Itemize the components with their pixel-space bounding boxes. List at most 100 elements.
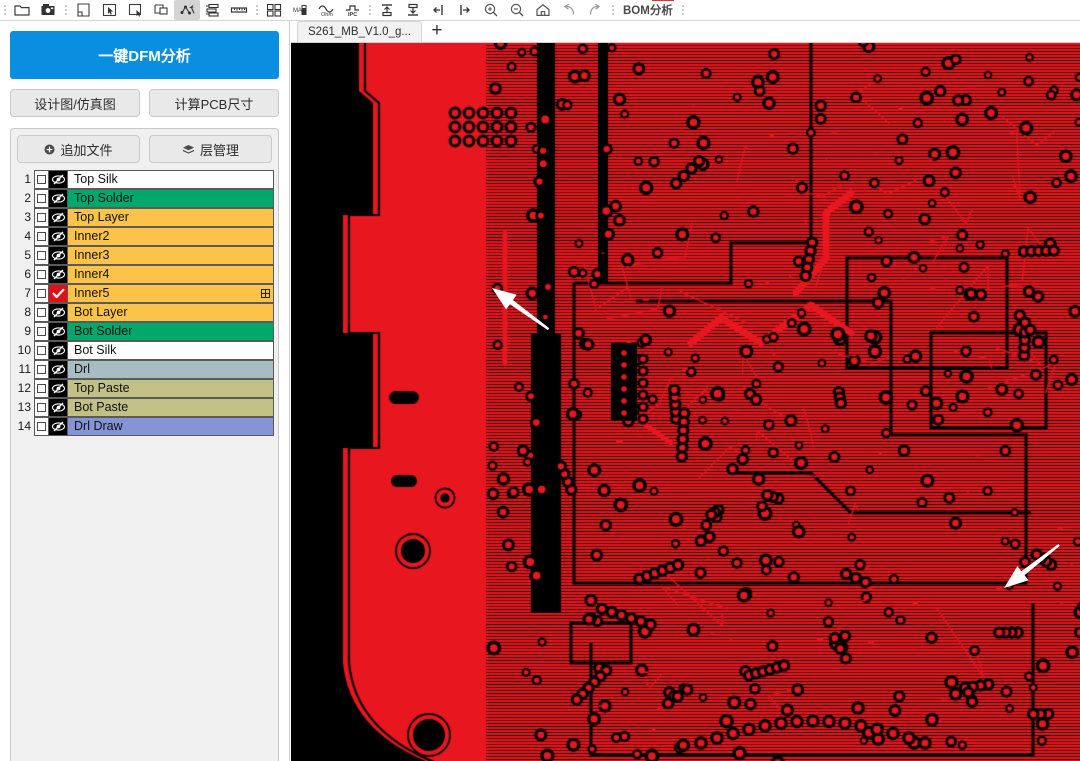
toolbar-grip-6[interactable] xyxy=(680,1,687,19)
layer-name-label: Bot Paste xyxy=(74,400,129,414)
layer-row-body[interactable]: Bot Silk xyxy=(34,341,274,360)
layer-select-checkbox[interactable] xyxy=(35,418,49,435)
layer-select-checkbox[interactable] xyxy=(35,209,49,226)
save-camera-icon[interactable] xyxy=(35,0,61,20)
layer-select-checkbox[interactable] xyxy=(35,228,49,245)
dfm-analysis-button[interactable]: 一键DFM分析 xyxy=(10,31,279,79)
layer-row-top-layer[interactable]: 3 Top Layer xyxy=(17,208,274,227)
layer-row-body[interactable]: Bot Layer xyxy=(34,303,274,322)
layer-select-checkbox[interactable] xyxy=(35,399,49,416)
bom-analysis-button[interactable]: BOM分析 xyxy=(617,0,679,20)
ipc-icon[interactable]: IPC xyxy=(339,0,365,20)
tab-s261-mb[interactable]: S261_MB_V1.0_g... xyxy=(297,21,422,42)
layer-row-inner3[interactable]: 5 Inner3 xyxy=(17,246,274,265)
layer-row-inner4[interactable]: 6 Inner4 xyxy=(17,265,274,284)
eye-slash-icon[interactable] xyxy=(49,228,68,245)
add-file-button[interactable]: 追加文件 xyxy=(17,135,140,163)
undo-icon[interactable] xyxy=(556,0,582,20)
toolbar-grip-2[interactable] xyxy=(62,1,69,19)
layer-row-body[interactable]: Inner3 xyxy=(34,246,274,265)
ruler-icon[interactable] xyxy=(226,0,252,20)
calc-pcb-size-button[interactable]: 计算PCB尺寸 xyxy=(149,89,279,117)
layer-row-inner2[interactable]: 4 Inner2 xyxy=(17,227,274,246)
eye-slash-icon[interactable] xyxy=(49,380,68,397)
layer-row-drl-draw[interactable]: 14 Drl Draw xyxy=(17,417,274,436)
layer-index: 11 xyxy=(18,362,31,376)
layer-row-body[interactable]: Top Silk xyxy=(34,170,274,189)
layer-manage-button[interactable]: 层管理 xyxy=(149,135,272,163)
align-left-icon[interactable] xyxy=(426,0,452,20)
layer-row-bot-solder[interactable]: 9 Bot Solder xyxy=(17,322,274,341)
layer-row-top-paste[interactable]: 12 Top Paste xyxy=(17,379,274,398)
eye-slash-icon[interactable] xyxy=(49,171,68,188)
eye-slash-icon[interactable] xyxy=(49,399,68,416)
eye-slash-icon[interactable] xyxy=(49,266,68,283)
copy-shape-icon[interactable] xyxy=(148,0,174,20)
layer-row-body[interactable]: Top Layer xyxy=(34,208,274,227)
marquee-select-icon[interactable] xyxy=(122,0,148,20)
zoom-in-icon[interactable] xyxy=(478,0,504,20)
align-right-icon[interactable] xyxy=(452,0,478,20)
layer-row-bot-layer[interactable]: 8 Bot Layer xyxy=(17,303,274,322)
eye-slash-icon[interactable] xyxy=(49,323,68,340)
layer-row-body[interactable]: Top Solder xyxy=(34,189,274,208)
toolbar-grip-5[interactable] xyxy=(609,1,616,19)
layer-row-body[interactable]: Bot Paste xyxy=(34,398,274,417)
eye-slash-icon[interactable] xyxy=(49,209,68,226)
impedance-ohm-icon[interactable]: Ohm xyxy=(313,0,339,20)
toolbar-grip-4[interactable] xyxy=(366,1,373,19)
layer-row-bot-paste[interactable]: 13 Bot Paste xyxy=(17,398,274,417)
page-corner-icon[interactable] xyxy=(70,0,96,20)
layer-select-checkbox[interactable] xyxy=(35,266,49,283)
layer-row-top-solder[interactable]: 2 Top Solder xyxy=(17,189,274,208)
eye-slash-icon[interactable] xyxy=(49,342,68,359)
layer-row-body[interactable]: Top Paste xyxy=(34,379,274,398)
document-tabbar: S261_MB_V1.0_g... + xyxy=(291,21,1080,43)
eye-slash-icon[interactable] xyxy=(49,304,68,321)
toolbar-grip[interactable] xyxy=(1,1,8,19)
layer-row-body[interactable]: Drl xyxy=(34,360,274,379)
eye-slash-icon[interactable] xyxy=(49,190,68,207)
layer-row-drl[interactable]: 11 Drl xyxy=(17,360,274,379)
stackup-icon[interactable] xyxy=(200,0,226,20)
layer-row-body[interactable]: Drl Draw xyxy=(34,417,274,436)
zoom-out-icon[interactable] xyxy=(504,0,530,20)
layer-row-body[interactable]: Inner4 xyxy=(34,265,274,284)
layer-row-body[interactable]: Inner5 xyxy=(34,284,274,303)
design-sim-button[interactable]: 设计图/仿真图 xyxy=(10,89,140,117)
toolbar-grip-3[interactable] xyxy=(253,1,260,19)
layer-select-checkbox[interactable] xyxy=(35,247,49,264)
layer-select-checkbox[interactable] xyxy=(35,190,49,207)
layer-list[interactable]: 1 Top Silk 2 Top Solder 3 Top Layer 4 Inner2 5 In… xyxy=(17,170,274,436)
layer-row-inner5[interactable]: 7 Inner5 xyxy=(17,284,274,303)
pcb-canvas-area[interactable] xyxy=(291,43,1080,761)
eye-slash-icon[interactable] xyxy=(49,418,68,435)
layer-visible-check-icon[interactable] xyxy=(49,285,68,302)
layer-select-checkbox[interactable] xyxy=(35,304,49,321)
layer-select-checkbox[interactable] xyxy=(35,361,49,378)
layer-row-bot-silk[interactable]: 10 Bot Silk xyxy=(17,341,274,360)
align-top-icon[interactable] xyxy=(374,0,400,20)
solder-mask-icon[interactable]: MA xyxy=(287,0,313,20)
layer-select-checkbox[interactable] xyxy=(35,380,49,397)
select-pointer-icon[interactable] xyxy=(96,0,122,20)
pcb-gerber-canvas[interactable] xyxy=(291,43,1080,761)
redo-icon[interactable] xyxy=(582,0,608,20)
eye-slash-icon[interactable] xyxy=(49,247,68,264)
eye-slash-icon[interactable] xyxy=(49,361,68,378)
home-fit-icon[interactable] xyxy=(530,0,556,20)
svg-text:Ohm: Ohm xyxy=(321,12,333,17)
layer-row-body[interactable]: Bot Solder xyxy=(34,322,274,341)
panel-grid-icon[interactable] xyxy=(261,0,287,20)
layer-row-body[interactable]: Inner2 xyxy=(34,227,274,246)
net-trace-icon[interactable] xyxy=(174,0,200,20)
layer-select-checkbox[interactable] xyxy=(35,342,49,359)
grid-icon[interactable] xyxy=(257,289,273,298)
add-tab-button[interactable]: + xyxy=(422,21,452,42)
layer-select-checkbox[interactable] xyxy=(35,285,49,302)
layer-select-checkbox[interactable] xyxy=(35,171,49,188)
align-bottom-icon[interactable] xyxy=(400,0,426,20)
open-folder-icon[interactable] xyxy=(9,0,35,20)
layer-select-checkbox[interactable] xyxy=(35,323,49,340)
layer-row-top-silk[interactable]: 1 Top Silk xyxy=(17,170,274,189)
